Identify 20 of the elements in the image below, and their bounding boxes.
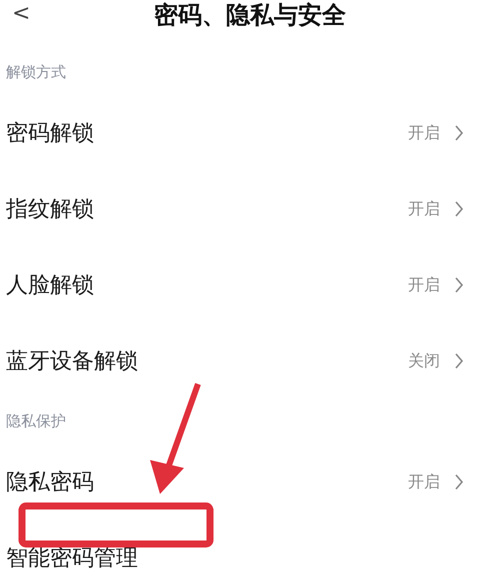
section-header: 隐私保护 (6, 412, 66, 430)
setting-value: 开启 (408, 472, 440, 492)
setting-label[interactable]: 隐私密码 (6, 467, 408, 497)
page-title: 密码、隐私与安全 (154, 0, 346, 31)
chevron-right-icon (454, 124, 464, 142)
back-button[interactable]: < (8, 0, 34, 28)
chevron-right-icon (454, 473, 464, 491)
section-header: 解锁方式 (6, 63, 66, 81)
setting-value: 关闭 (408, 350, 440, 372)
setting-value: 开启 (408, 122, 440, 144)
setting-label[interactable]: 密码解锁 (6, 118, 408, 148)
setting-value: 开启 (408, 274, 440, 296)
chevron-right-icon (454, 200, 464, 218)
chevron-right-icon (454, 276, 464, 294)
setting-label[interactable]: 蓝牙设备解锁 (6, 346, 408, 376)
setting-label[interactable]: 指纹解锁 (6, 194, 408, 224)
chevron-right-icon (454, 352, 464, 370)
setting-label[interactable]: 智能密码管理 (6, 543, 464, 573)
setting-label[interactable]: 人脸解锁 (6, 270, 408, 300)
setting-value: 开启 (408, 198, 440, 220)
